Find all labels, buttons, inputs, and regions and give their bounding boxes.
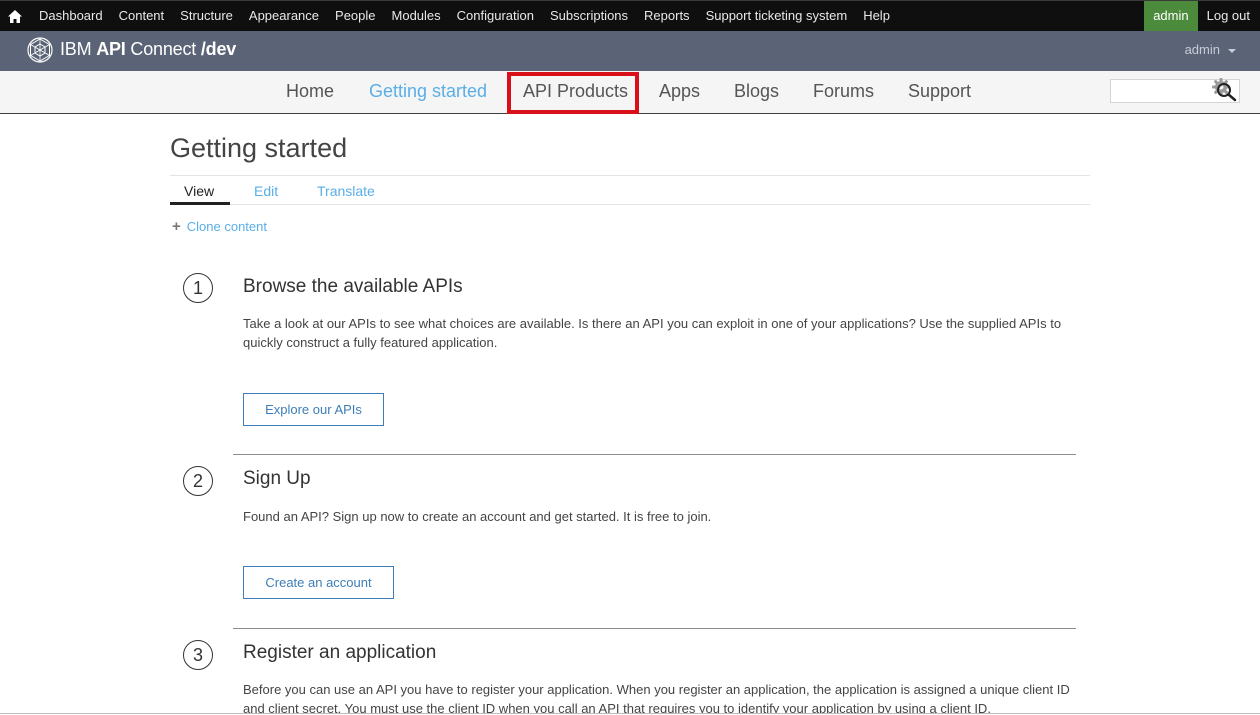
step-description: Found an API? Sign up now to create an a… <box>243 509 712 524</box>
ibm-logo-icon[interactable] <box>26 36 54 64</box>
local-tasks-tabs: View Edit Translate <box>170 175 1090 205</box>
step-number-badge: 3 <box>183 640 213 670</box>
step-number-badge: 2 <box>183 466 213 496</box>
step-title: Browse the available APIs <box>243 276 463 297</box>
explore-apis-button[interactable]: Explore our APIs <box>243 393 384 426</box>
nav-forums[interactable]: Forums <box>813 81 874 102</box>
clone-content-link[interactable]: + Clone content <box>172 218 267 235</box>
tab-edit[interactable]: Edit <box>254 183 278 199</box>
logout-link[interactable]: Log out <box>1198 1 1260 31</box>
brand-middle: Connect <box>125 39 201 59</box>
admin-menu-help[interactable]: Help <box>855 1 898 31</box>
tab-view[interactable]: View <box>184 183 214 199</box>
viewport-bottom-border <box>0 713 1260 714</box>
active-tab-indicator <box>170 202 230 205</box>
admin-menu-people[interactable]: People <box>327 1 383 31</box>
brand-header: IBM API Connect /dev admin <box>0 31 1260 71</box>
site-name[interactable]: IBM API Connect /dev <box>60 39 236 60</box>
caret-down-icon <box>1228 48 1236 53</box>
main-navigation: Home Getting started API Products Apps B… <box>0 71 1260 114</box>
nav-blogs[interactable]: Blogs <box>734 81 779 102</box>
brand-prefix: IBM <box>60 39 97 59</box>
admin-menu-modules[interactable]: Modules <box>384 1 449 31</box>
nav-getting-started[interactable]: Getting started <box>369 81 487 102</box>
admin-user-link[interactable]: admin <box>1144 1 1198 31</box>
clone-content-label: Clone content <box>186 219 267 234</box>
plus-icon: + <box>172 218 181 235</box>
api-products-highlight-box <box>507 72 639 114</box>
step-number-badge: 1 <box>183 273 213 303</box>
admin-menu-dashboard[interactable]: Dashboard <box>30 1 111 31</box>
brand-bold: API <box>96 39 126 59</box>
admin-menu-reports[interactable]: Reports <box>636 1 698 31</box>
search-icon[interactable] <box>1216 82 1238 102</box>
step-description: Before you can use an API you have to re… <box>243 682 1070 713</box>
admin-menu-support-ticketing[interactable]: Support ticketing system <box>698 1 856 31</box>
step-title: Sign Up <box>243 468 311 489</box>
nav-apps[interactable]: Apps <box>659 81 700 102</box>
brand-suffix: /dev <box>200 39 237 59</box>
admin-user-area: admin Log out <box>1144 1 1260 31</box>
admin-menu-appearance[interactable]: Appearance <box>241 1 327 31</box>
nav-support[interactable]: Support <box>908 81 971 102</box>
admin-toolbar: Dashboard Content Structure Appearance P… <box>0 0 1260 31</box>
step-title: Register an application <box>243 642 437 663</box>
user-menu[interactable]: admin <box>1185 42 1236 57</box>
step-description: Take a look at our APIs to see what choi… <box>243 316 1062 350</box>
create-account-button[interactable]: Create an account <box>243 566 394 599</box>
home-icon[interactable] <box>0 1 30 31</box>
admin-menu-content[interactable]: Content <box>111 1 173 31</box>
section-divider <box>233 628 1076 629</box>
tab-translate[interactable]: Translate <box>317 183 375 199</box>
admin-menu-structure[interactable]: Structure <box>172 1 241 31</box>
admin-menu-configuration[interactable]: Configuration <box>449 1 542 31</box>
nav-home[interactable]: Home <box>286 81 334 102</box>
section-divider <box>233 454 1076 455</box>
page-title: Getting started <box>170 133 348 163</box>
admin-menu-subscriptions[interactable]: Subscriptions <box>542 1 636 31</box>
user-menu-label: admin <box>1184 42 1220 57</box>
admin-menu: Dashboard Content Structure Appearance P… <box>30 1 898 31</box>
